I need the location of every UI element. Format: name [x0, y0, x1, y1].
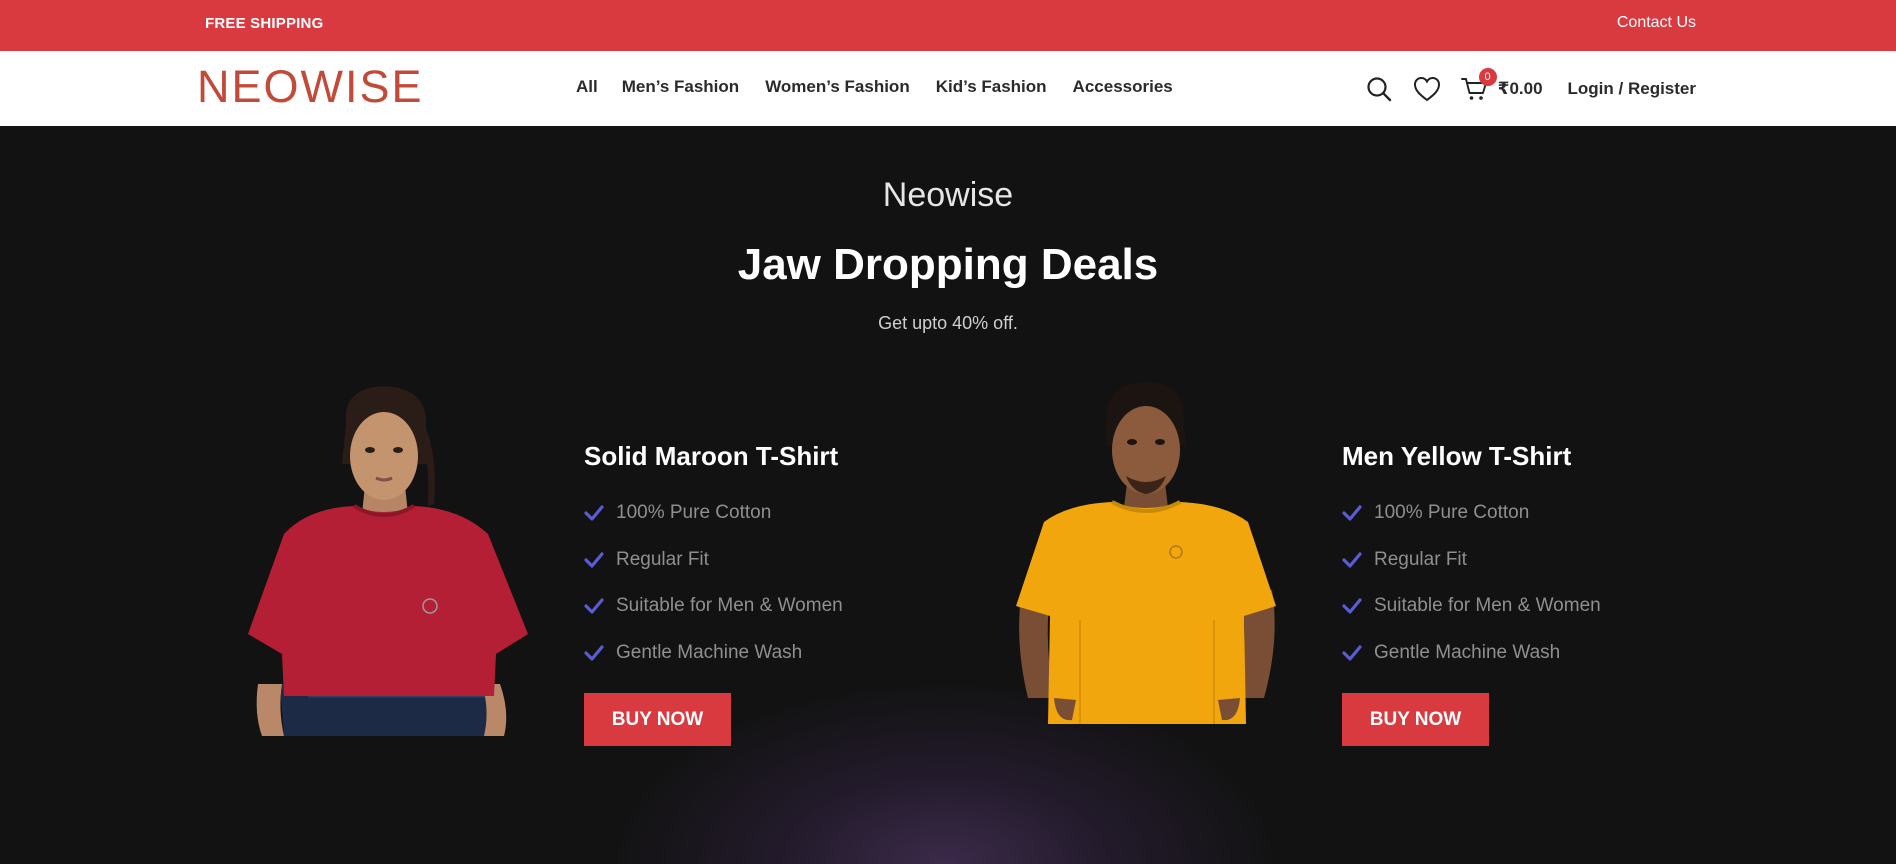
feature-text: Regular Fit — [616, 548, 709, 570]
nav-item-kids-fashion[interactable]: Kid’s Fashion — [936, 77, 1047, 97]
contact-us-link[interactable]: Contact Us — [1617, 14, 1696, 32]
hero-brand: Neowise — [882, 176, 1014, 214]
main-nav: All Men’s Fashion Women’s Fashion Kid’s … — [576, 77, 1173, 97]
check-icon — [584, 596, 604, 616]
feature-item: Suitable for Men & Women — [584, 583, 843, 630]
check-icon — [1342, 643, 1362, 663]
feature-item: 100% Pure Cotton — [1342, 490, 1601, 537]
product-title-2: Men Yellow T-Shirt — [1342, 441, 1572, 471]
feature-item: Gentle Machine Wash — [1342, 630, 1601, 677]
hero-headline: Jaw Dropping Deals — [737, 240, 1159, 289]
product-image-maroon-tshirt — [248, 386, 528, 736]
free-shipping-text: FREE SHIPPING — [205, 15, 324, 32]
login-register-link[interactable]: Login / Register — [1568, 79, 1696, 99]
top-bar: FREE SHIPPING Contact Us — [0, 0, 1896, 51]
feature-text: Gentle Machine Wash — [1374, 641, 1561, 663]
hero-section: Neowise Jaw Dropping Deals Get upto 40% … — [0, 126, 1896, 864]
cart-count-badge: 0 — [1478, 68, 1497, 86]
buy-now-button-2[interactable]: BUY NOW — [1342, 693, 1489, 746]
product-image-yellow-tshirt — [1016, 382, 1276, 724]
nav-item-accessories[interactable]: Accessories — [1073, 77, 1173, 97]
feature-item: Gentle Machine Wash — [584, 630, 843, 677]
product-features-2: 100% Pure Cotton Regular Fit Suitable fo… — [1342, 490, 1601, 676]
feature-item: 100% Pure Cotton — [584, 490, 843, 537]
cart-total[interactable]: ₹0.00 — [1498, 79, 1543, 99]
hero-subheadline: Get upto 40% off. — [878, 313, 1018, 333]
feature-text: 100% Pure Cotton — [1374, 502, 1530, 524]
heart-icon[interactable] — [1412, 74, 1442, 104]
product-features-1: 100% Pure Cotton Regular Fit Suitable fo… — [584, 490, 843, 676]
feature-item: Regular Fit — [1342, 537, 1601, 584]
check-icon — [584, 643, 604, 663]
logo[interactable]: NEOWISE — [197, 61, 424, 113]
check-icon — [1342, 550, 1362, 570]
feature-text: 100% Pure Cotton — [616, 502, 772, 524]
header-actions: 0 ₹0.00 Login / Register — [1364, 68, 1696, 109]
nav-item-womens-fashion[interactable]: Women’s Fashion — [765, 77, 910, 97]
cart-icon[interactable]: 0 — [1460, 68, 1497, 104]
feature-text: Gentle Machine Wash — [616, 641, 803, 663]
check-icon — [1342, 503, 1362, 523]
feature-text: Suitable for Men & Women — [1374, 595, 1601, 617]
search-icon[interactable] — [1364, 74, 1394, 104]
product-title-1: Solid Maroon T-Shirt — [584, 441, 839, 471]
site-header: NEOWISE All Men’s Fashion Women’s Fashio… — [0, 51, 1896, 126]
feature-text: Suitable for Men & Women — [616, 595, 843, 617]
check-icon — [584, 503, 604, 523]
feature-item: Regular Fit — [584, 537, 843, 584]
nav-item-mens-fashion[interactable]: Men’s Fashion — [622, 77, 739, 97]
feature-text: Regular Fit — [1374, 548, 1467, 570]
feature-item: Suitable for Men & Women — [1342, 583, 1601, 630]
nav-item-all[interactable]: All — [576, 77, 598, 97]
check-icon — [1342, 596, 1362, 616]
buy-now-button-1[interactable]: BUY NOW — [584, 693, 731, 746]
check-icon — [584, 550, 604, 570]
